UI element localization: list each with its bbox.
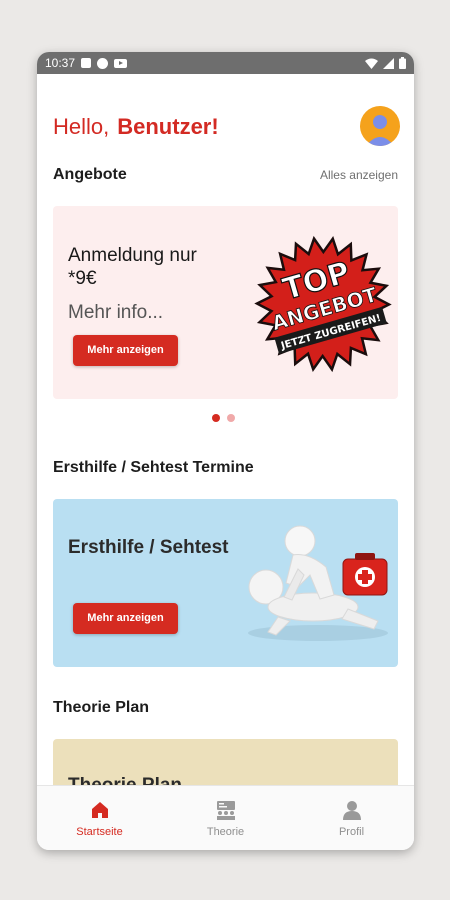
battery-icon [399, 57, 406, 69]
profile-icon [342, 801, 361, 820]
home-icon [91, 802, 108, 818]
signal-icon [383, 57, 394, 69]
status-time: 10:37 [45, 56, 76, 70]
theory-section-title: Theorie Plan [53, 699, 150, 716]
nav-item-theorie[interactable]: Theorie [163, 786, 288, 850]
user-name: Benutzer! [117, 114, 219, 139]
first-aid-more-button[interactable]: Mehr anzeigen [73, 603, 178, 634]
first-aid-card-title: Ersthilfe / Sehtest [68, 537, 229, 558]
greeting-text: Hello, [53, 114, 110, 139]
nav-label-startseite: Startseite [76, 826, 123, 838]
nav-item-profil[interactable]: Profil [289, 786, 414, 850]
see-all-link[interactable]: Alles anzeigen [320, 168, 398, 182]
greeting: Hello, Benutzer! [53, 114, 219, 140]
offer-subtitle: Mehr info... [68, 302, 164, 323]
youtube-icon [114, 58, 128, 68]
carousel-dot[interactable] [212, 414, 220, 422]
first-aid-card[interactable]: Ersthilfe / Sehtest Mehr anzeigen [53, 499, 398, 667]
theory-icon [216, 801, 235, 820]
offer-card[interactable]: Anmeldung nur *9€ Mehr info... Mehr anze… [53, 206, 398, 399]
carousel-dot[interactable] [227, 414, 235, 422]
offer-title: Anmeldung nur *9€ [68, 245, 197, 289]
first-aid-illustration-icon [248, 525, 388, 641]
offer-more-button[interactable]: Mehr anzeigen [73, 335, 178, 366]
app-screen: 10:37 Hello, Benutzer! Angebote Alles anz… [37, 52, 414, 850]
first-aid-section-title: Ersthilfe / Sehtest Termine [53, 459, 254, 476]
nav-label-profil: Profil [338, 826, 365, 838]
nav-label-theorie: Theorie [206, 826, 245, 838]
notification-dot-icon [97, 57, 109, 69]
offers-section-title: Angebote [53, 166, 127, 183]
top-offer-badge-icon: TOP ANGEBOT JETZT ZUGREIFEN! [254, 235, 392, 373]
status-bar: 10:37 [37, 52, 414, 74]
nav-item-startseite[interactable]: Startseite [37, 786, 162, 850]
notification-icon [81, 58, 92, 68]
user-avatar-icon [366, 115, 394, 146]
avatar[interactable] [360, 106, 400, 146]
wifi-icon [365, 58, 378, 69]
bottom-navigation: Startseite Theorie Profil [37, 785, 414, 850]
carousel-indicator [212, 414, 235, 422]
